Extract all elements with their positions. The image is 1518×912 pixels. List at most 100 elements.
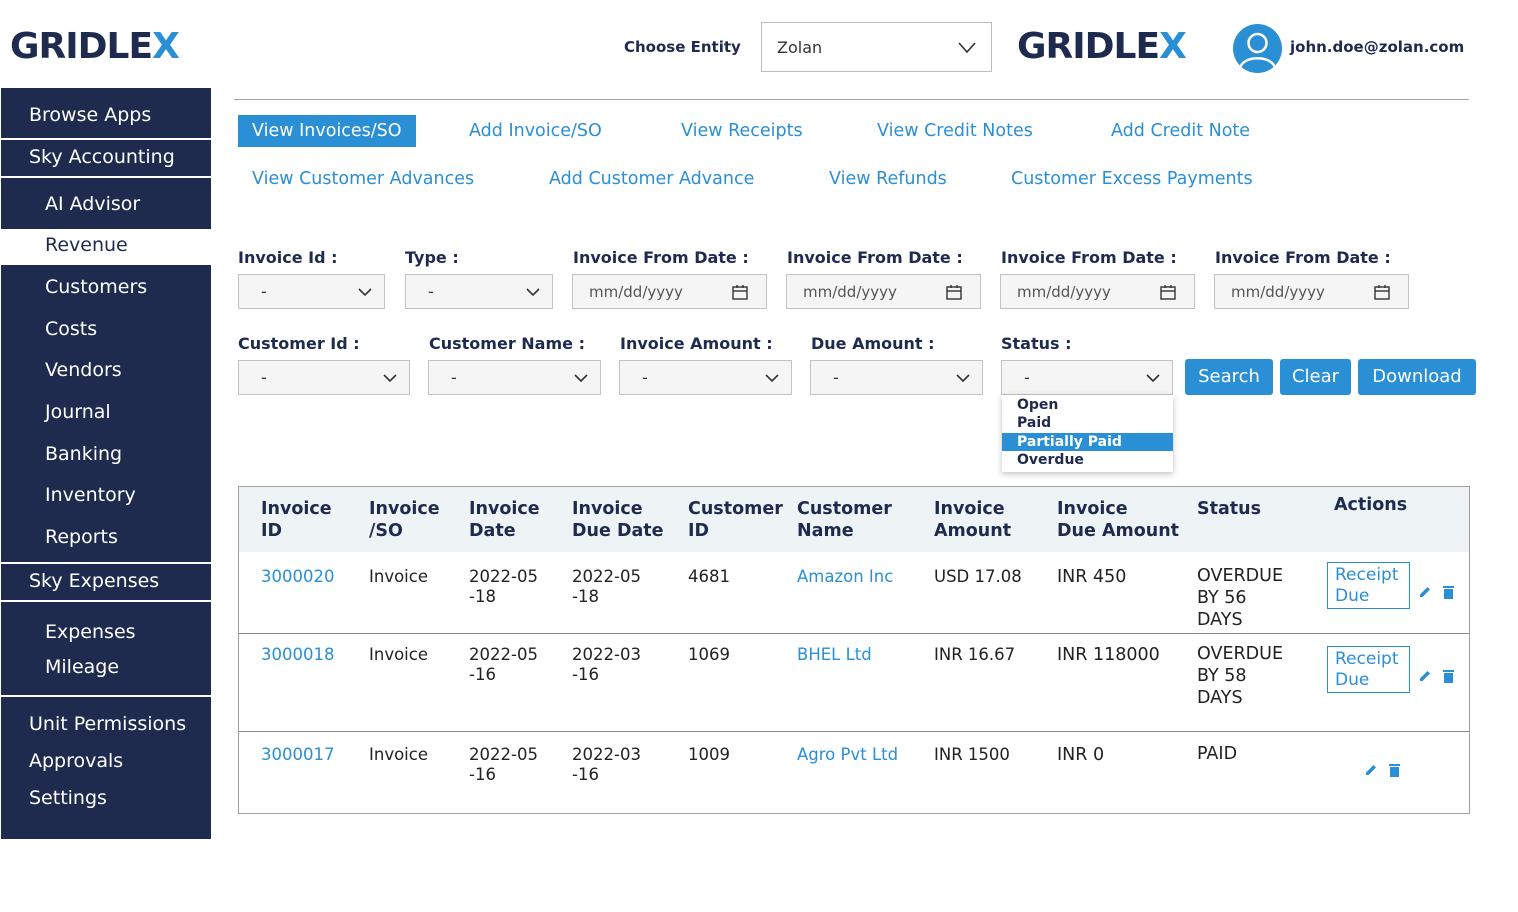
- status-option-paid[interactable]: Paid: [1002, 414, 1173, 432]
- invoice-from-date-input[interactable]: mm/dd/yyyy: [572, 274, 767, 309]
- tab-view-invoices[interactable]: View Invoices/SO: [238, 115, 416, 147]
- sidebar: Browse Apps Sky Accounting AI Advisor Re…: [1, 88, 211, 839]
- col-invoice-amount: Invoice Amount: [934, 499, 1012, 541]
- invoice-from-date-label-4: Invoice From Date :: [1215, 248, 1391, 267]
- col-customer-id: Customer ID: [688, 499, 783, 541]
- invoice-amount-select[interactable]: -: [619, 360, 792, 395]
- edit-pencil-icon[interactable]: [1418, 585, 1432, 599]
- type-label: Type :: [405, 248, 459, 267]
- sidebar-sky-accounting[interactable]: Sky Accounting: [29, 146, 209, 168]
- status-option-partially-paid[interactable]: Partially Paid: [1002, 433, 1173, 451]
- sidebar-item-mileage[interactable]: Mileage: [45, 656, 205, 678]
- select-value: -: [428, 282, 434, 301]
- invoice-type: Invoice: [369, 745, 428, 764]
- customer-name-link[interactable]: Amazon Inc: [797, 567, 893, 587]
- date-placeholder: mm/dd/yyyy: [803, 283, 897, 301]
- col-invoice-so: Invoice/SO: [369, 499, 440, 541]
- sidebar-item-unit-permissions[interactable]: Unit Permissions: [29, 713, 209, 735]
- status-option-overdue[interactable]: Overdue: [1002, 451, 1173, 469]
- gridlex-logo[interactable]: GRIDLEX: [10, 26, 180, 67]
- download-button[interactable]: Download: [1358, 359, 1476, 395]
- chevron-down-icon: [765, 374, 779, 383]
- invoice-due-date: 2022-03 -16: [572, 745, 641, 784]
- clear-button[interactable]: Clear: [1280, 359, 1351, 395]
- due-amount-select[interactable]: -: [810, 360, 983, 395]
- sidebar-browse-apps[interactable]: Browse Apps: [29, 104, 209, 126]
- invoice-type: Invoice: [369, 645, 428, 664]
- tab-view-receipts[interactable]: View Receipts: [681, 121, 803, 141]
- status-text: PAID: [1197, 744, 1238, 764]
- col-invoice-date: Invoice Date: [469, 499, 540, 541]
- sidebar-item-revenue[interactable]: Revenue: [1, 229, 211, 265]
- sidebar-item-banking[interactable]: Banking: [45, 443, 205, 465]
- tab-add-invoice[interactable]: Add Invoice/SO: [469, 121, 602, 141]
- invoice-due-date: 2022-05 -18: [572, 567, 641, 606]
- sidebar-item-inventory[interactable]: Inventory: [45, 484, 205, 506]
- calendar-icon[interactable]: [732, 284, 748, 300]
- entity-select[interactable]: Zolan: [761, 22, 992, 72]
- calendar-icon[interactable]: [1160, 284, 1176, 300]
- tab-add-customer-advance[interactable]: Add Customer Advance: [549, 169, 754, 189]
- customer-name-select[interactable]: -: [428, 360, 601, 395]
- receipt-due-button[interactable]: Receipt Due: [1327, 562, 1410, 609]
- tab-view-refunds[interactable]: View Refunds: [829, 169, 947, 189]
- sidebar-item-approvals[interactable]: Approvals: [29, 750, 209, 772]
- search-button[interactable]: Search: [1185, 359, 1273, 395]
- invoice-from-date-label-3: Invoice From Date :: [1001, 248, 1177, 267]
- due-amount: INR 0: [1057, 745, 1105, 765]
- status-dropdown-menu: Open Paid Partially Paid Overdue: [1002, 395, 1173, 472]
- sidebar-item-expenses[interactable]: Expenses: [45, 621, 205, 643]
- sidebar-item-customers[interactable]: Customers: [45, 276, 205, 298]
- select-value: -: [261, 368, 267, 387]
- customer-id-label: Customer Id :: [238, 334, 360, 353]
- date-placeholder: mm/dd/yyyy: [1017, 283, 1111, 301]
- tab-customer-excess-payments[interactable]: Customer Excess Payments: [1011, 169, 1253, 189]
- customer-id: 1009: [688, 745, 730, 764]
- customer-id: 4681: [688, 567, 730, 586]
- receipt-due-button[interactable]: Receipt Due: [1327, 646, 1410, 693]
- edit-pencil-icon[interactable]: [1418, 669, 1432, 683]
- invoice-from-date-label-2: Invoice From Date :: [787, 248, 963, 267]
- chevron-down-icon: [526, 288, 540, 297]
- user-email[interactable]: john.doe@zolan.com: [1290, 38, 1464, 56]
- customer-name-link[interactable]: Agro Pvt Ltd: [797, 745, 898, 765]
- type-select[interactable]: -: [405, 274, 553, 309]
- tab-view-credit-notes[interactable]: View Credit Notes: [877, 121, 1033, 141]
- user-avatar-icon[interactable]: [1233, 24, 1282, 73]
- trash-icon[interactable]: [1388, 763, 1401, 777]
- invoice-from-date-input-3[interactable]: mm/dd/yyyy: [1000, 274, 1195, 309]
- status-text: OVERDUE BY 58 DAYS: [1197, 644, 1283, 708]
- due-amount: INR 118000: [1057, 645, 1160, 665]
- sidebar-item-costs[interactable]: Costs: [45, 318, 205, 340]
- sidebar-item-settings[interactable]: Settings: [29, 787, 209, 809]
- trash-icon[interactable]: [1442, 669, 1455, 683]
- invoice-id-link[interactable]: 3000020: [261, 567, 335, 587]
- tab-add-credit-note[interactable]: Add Credit Note: [1111, 121, 1250, 141]
- sidebar-sky-expenses[interactable]: Sky Expenses: [29, 570, 209, 592]
- sidebar-item-reports[interactable]: Reports: [45, 526, 205, 548]
- sidebar-item-ai-advisor[interactable]: AI Advisor: [45, 193, 205, 215]
- trash-icon[interactable]: [1442, 585, 1455, 599]
- tab-view-customer-advances[interactable]: View Customer Advances: [252, 169, 474, 189]
- invoice-from-date-input-2[interactable]: mm/dd/yyyy: [786, 274, 981, 309]
- calendar-icon[interactable]: [946, 284, 962, 300]
- sidebar-item-vendors[interactable]: Vendors: [45, 359, 205, 381]
- status-select[interactable]: -: [1001, 360, 1173, 395]
- edit-pencil-icon[interactable]: [1364, 763, 1378, 777]
- customer-name-link[interactable]: BHEL Ltd: [797, 645, 872, 665]
- sidebar-item-journal[interactable]: Journal: [45, 401, 205, 423]
- chevron-down-icon: [958, 42, 976, 54]
- invoice-id-link[interactable]: 3000017: [261, 745, 335, 765]
- invoice-amount: USD 17.08: [934, 567, 1022, 586]
- invoice-id-link[interactable]: 3000018: [261, 645, 335, 665]
- chevron-down-icon: [574, 374, 588, 383]
- col-actions: Actions: [1334, 495, 1408, 515]
- customer-id-select[interactable]: -: [238, 360, 410, 395]
- invoice-from-date-input-4[interactable]: mm/dd/yyyy: [1214, 274, 1409, 309]
- invoice-date: 2022-05 -16: [469, 645, 538, 684]
- status-option-open[interactable]: Open: [1002, 396, 1173, 414]
- calendar-icon[interactable]: [1374, 284, 1390, 300]
- sidebar-item-label: Revenue: [45, 234, 128, 256]
- invoice-id-select[interactable]: -: [238, 274, 385, 309]
- date-placeholder: mm/dd/yyyy: [1231, 283, 1325, 301]
